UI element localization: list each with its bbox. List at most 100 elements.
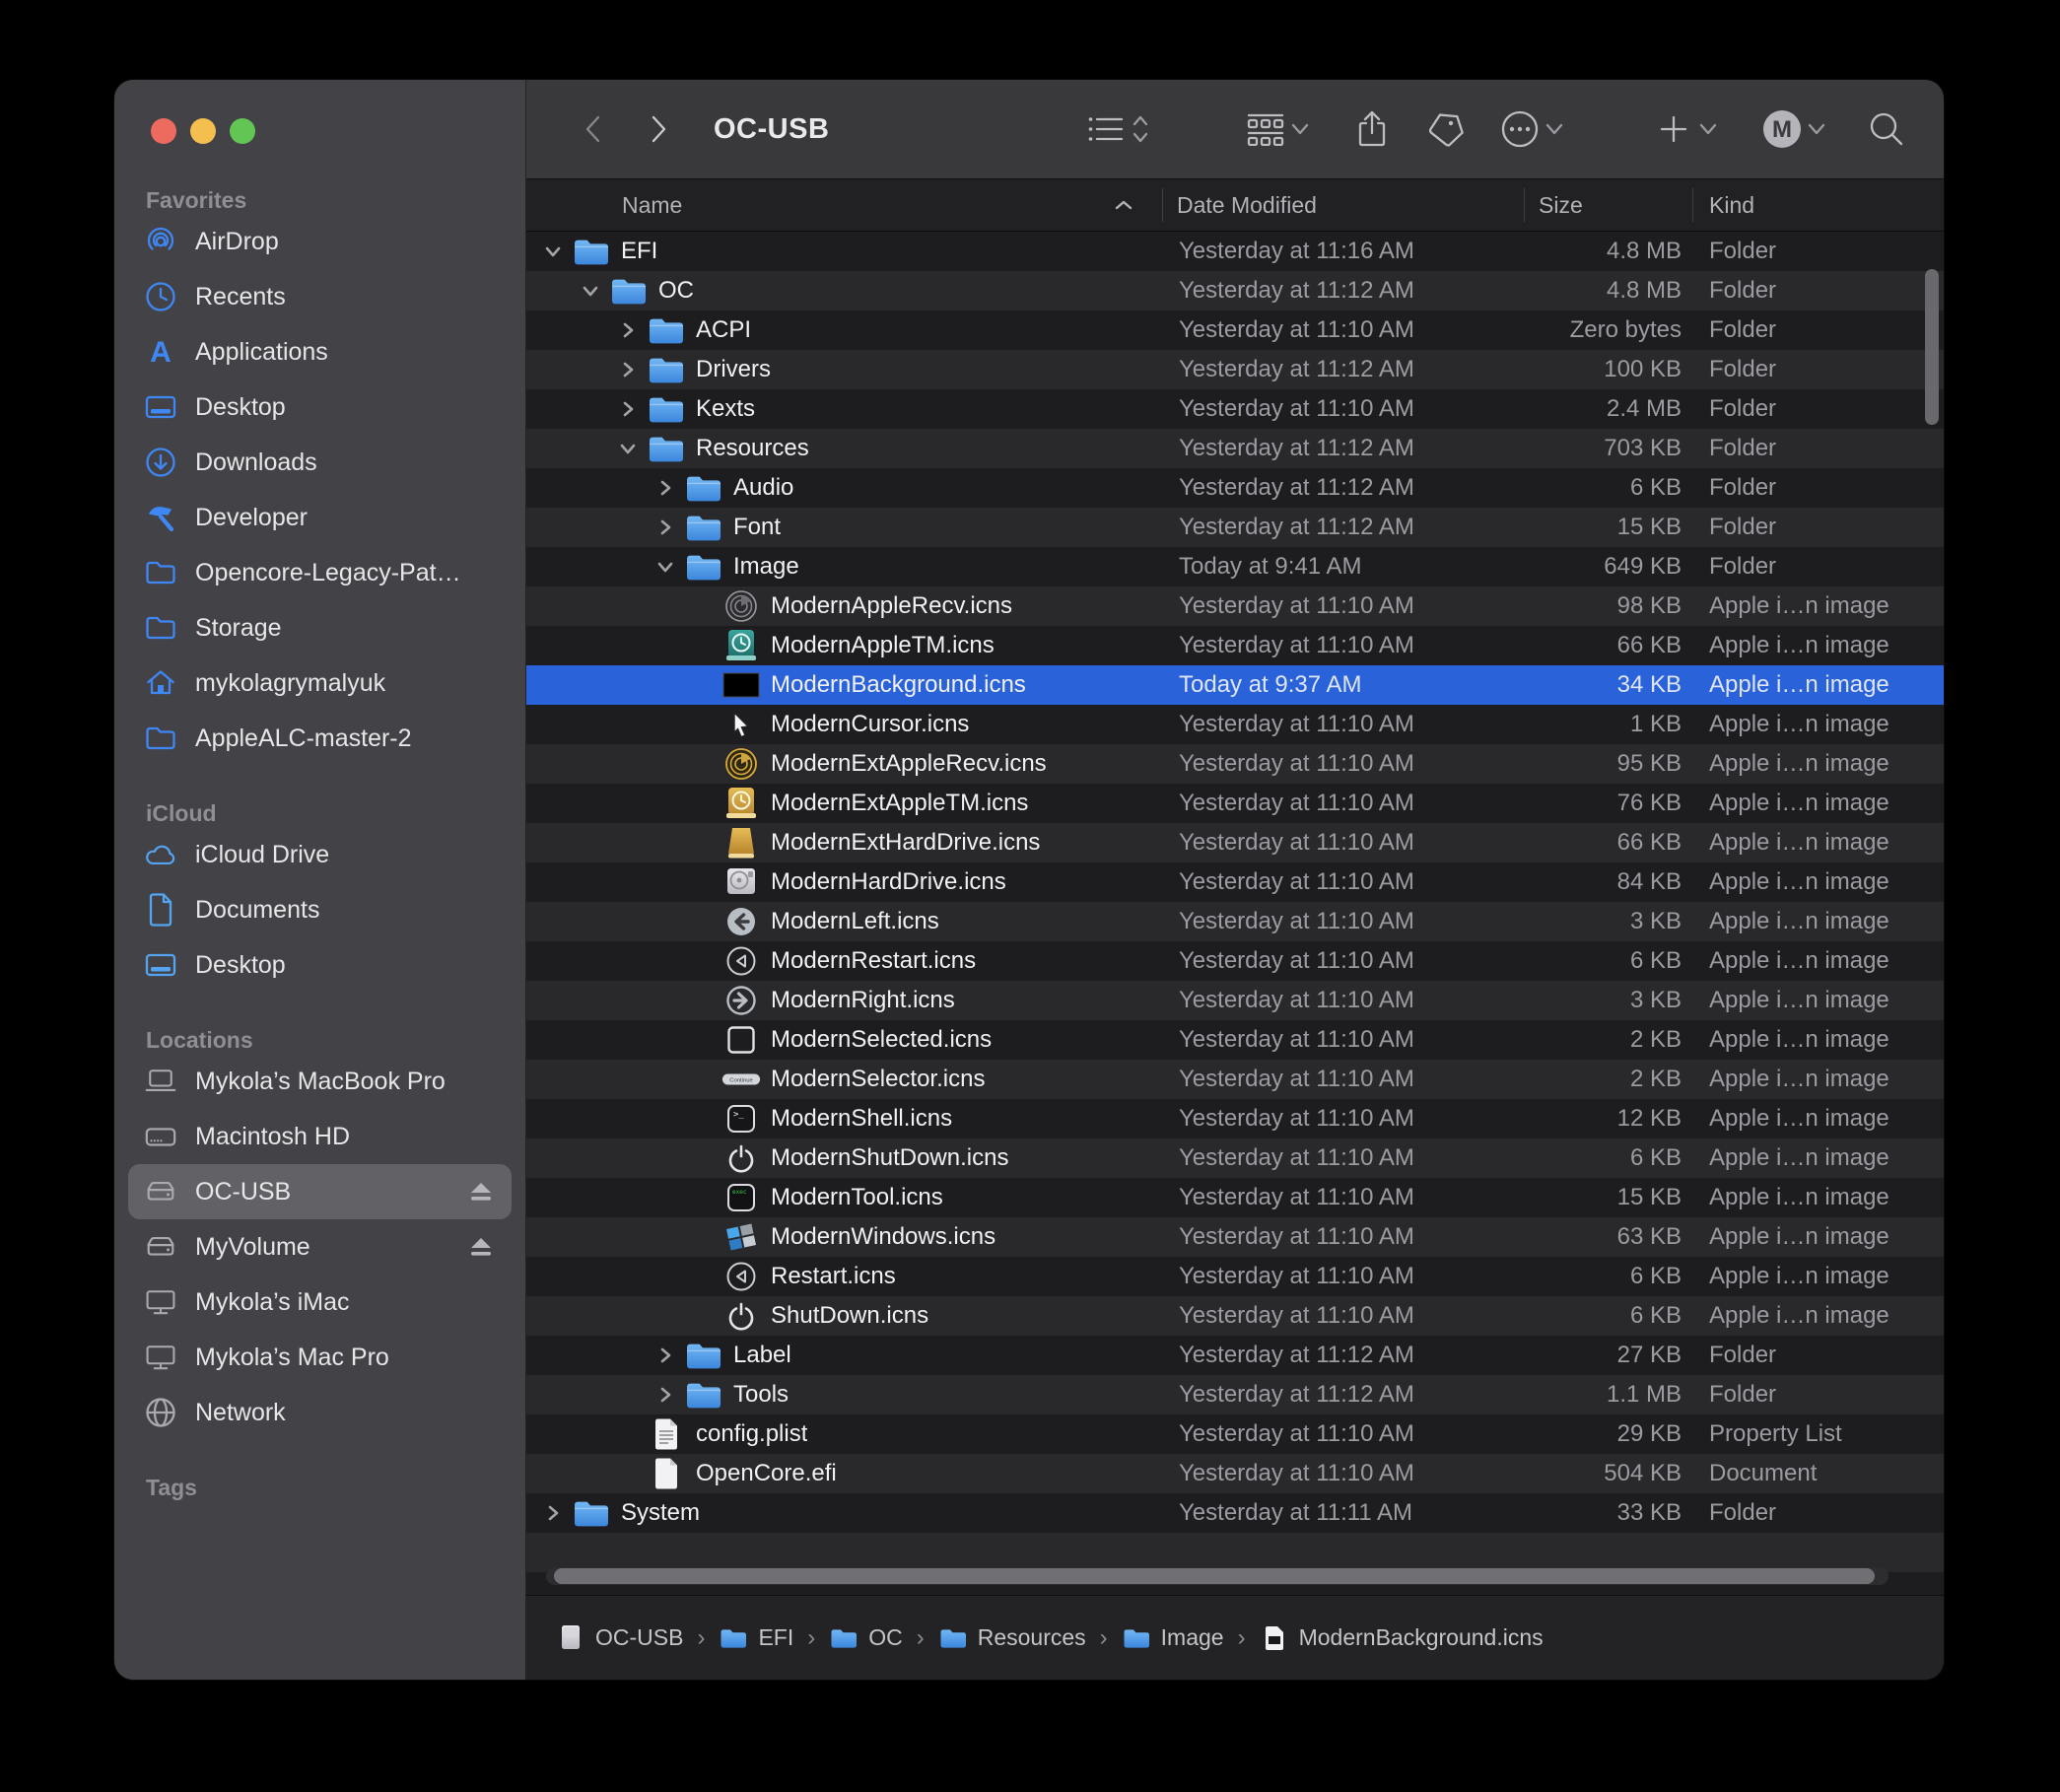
table-row-restart-icns[interactable]: Restart.icnsYesterday at 11:10 AM6 KBApp… (526, 1257, 1944, 1296)
table-row-modernappletm-icns[interactable]: ModernAppleTM.icnsYesterday at 11:10 AM6… (526, 626, 1944, 665)
sidebar-item-mykola-s-imac[interactable]: Mykola’s iMac (128, 1275, 512, 1330)
vertical-scrollbar[interactable] (1925, 269, 1939, 425)
table-row-image[interactable]: ImageToday at 9:41 AM649 KBFolder (526, 547, 1944, 586)
table-row-efi[interactable]: EFIYesterday at 11:16 AM4.8 MBFolder (526, 232, 1944, 271)
sidebar-item-opencore-legacy-pat-[interactable]: Opencore-Legacy-Pat… (128, 545, 512, 600)
share-button[interactable] (1350, 107, 1394, 151)
path-item-resources[interactable]: Resources (938, 1624, 1086, 1651)
sidebar-item-mykola-s-macbook-pro[interactable]: Mykola’s MacBook Pro (128, 1054, 512, 1109)
more-actions-chevron-icon[interactable] (1542, 107, 1567, 151)
table-row-moderncursor-icns[interactable]: ModernCursor.icnsYesterday at 11:10 AM1 … (526, 705, 1944, 744)
table-row-font[interactable]: FontYesterday at 11:12 AM15 KBFolder (526, 508, 1944, 547)
disclosure-closed-icon[interactable] (613, 360, 643, 379)
table-row-resources[interactable]: ResourcesYesterday at 11:12 AM703 KBFold… (526, 429, 1944, 468)
close-button[interactable] (151, 118, 176, 144)
sidebar-item-applealc-master-2[interactable]: AppleALC-master-2 (128, 711, 512, 766)
account-avatar[interactable]: M (1760, 107, 1804, 151)
date-modified-cell: Yesterday at 11:10 AM (1165, 790, 1526, 817)
table-row-modernselected-icns[interactable]: ModernSelected.icnsYesterday at 11:10 AM… (526, 1020, 1944, 1060)
disclosure-closed-icon[interactable] (613, 399, 643, 419)
table-row-modernextappletm-icns[interactable]: ModernExtAppleTM.icnsYesterday at 11:10 … (526, 784, 1944, 823)
eject-icon[interactable] (466, 1177, 496, 1206)
horizontal-scrollbar-thumb[interactable] (554, 1568, 1875, 1584)
sidebar-item-airdrop[interactable]: AirDrop (128, 214, 512, 269)
search-button[interactable] (1865, 107, 1908, 151)
table-row-tools[interactable]: ToolsYesterday at 11:12 AM1.1 MBFolder (526, 1375, 1944, 1414)
path-item-oc[interactable]: OC (829, 1624, 903, 1651)
sidebar-item-desktop[interactable]: Desktop (128, 937, 512, 993)
disclosure-closed-icon[interactable] (651, 1345, 680, 1365)
new-folder-button[interactable] (1652, 107, 1695, 151)
table-row-modernapplerecv-icns[interactable]: ModernAppleRecv.icnsYesterday at 11:10 A… (526, 586, 1944, 626)
table-row-modernright-icns[interactable]: ModernRight.icnsYesterday at 11:10 AM3 K… (526, 981, 1944, 1020)
path-item-efi[interactable]: EFI (719, 1624, 793, 1651)
sidebar-item-recents[interactable]: Recents (128, 269, 512, 324)
table-row-config-plist[interactable]: config.plistYesterday at 11:10 AM29 KBPr… (526, 1414, 1944, 1454)
disclosure-closed-icon[interactable] (651, 1385, 680, 1405)
table-row-opencore-efi[interactable]: OpenCore.efiYesterday at 11:10 AM504 KBD… (526, 1454, 1944, 1493)
disclosure-open-icon[interactable] (538, 241, 568, 261)
eject-icon[interactable] (466, 1232, 496, 1262)
sidebar-item-desktop[interactable]: Desktop (128, 379, 512, 435)
sidebar-item-developer[interactable]: Developer (128, 490, 512, 545)
path-item-oc-usb[interactable]: OC-USB (556, 1624, 683, 1651)
table-row-modernshutdown-icns[interactable]: ModernShutDown.icnsYesterday at 11:10 AM… (526, 1138, 1944, 1178)
table-row-moderntool-icns[interactable]: execModernTool.icnsYesterday at 11:10 AM… (526, 1178, 1944, 1217)
sidebar-item-macintosh-hd[interactable]: Macintosh HD (128, 1109, 512, 1164)
table-row-modernleft-icns[interactable]: ModernLeft.icnsYesterday at 11:10 AM3 KB… (526, 902, 1944, 941)
forward-button[interactable] (637, 107, 680, 151)
disclosure-open-icon[interactable] (651, 557, 680, 577)
sidebar-item-myvolume[interactable]: MyVolume (128, 1219, 512, 1275)
table-row-modernwindows-icns[interactable]: ModernWindows.icnsYesterday at 11:10 AM6… (526, 1217, 1944, 1257)
column-header-kind[interactable]: Kind (1693, 192, 1944, 219)
new-folder-chevron-icon[interactable] (1695, 107, 1721, 151)
path-item-image[interactable]: Image (1122, 1624, 1224, 1651)
table-row-kexts[interactable]: KextsYesterday at 11:10 AM2.4 MBFolder (526, 389, 1944, 429)
table-row-modernharddrive-icns[interactable]: ModernHardDrive.icnsYesterday at 11:10 A… (526, 862, 1944, 902)
disclosure-open-icon[interactable] (613, 439, 643, 458)
table-row-modernextharddrive-icns[interactable]: ModernExtHardDrive.icnsYesterday at 11:1… (526, 823, 1944, 862)
table-row-modernshell-icns[interactable]: >_ModernShell.icnsYesterday at 11:10 AM1… (526, 1099, 1944, 1138)
minimize-button[interactable] (190, 118, 216, 144)
table-row-audio[interactable]: AudioYesterday at 11:12 AM6 KBFolder (526, 468, 1944, 508)
tags-button[interactable] (1423, 107, 1467, 151)
more-actions-button[interactable] (1498, 107, 1542, 151)
account-chevron-icon[interactable] (1804, 107, 1829, 151)
sidebar-item-mykola-s-mac-pro[interactable]: Mykola’s Mac Pro (128, 1330, 512, 1385)
column-header-date[interactable]: Date Modified (1163, 192, 1524, 219)
table-row-drivers[interactable]: DriversYesterday at 11:12 AM100 KBFolder (526, 350, 1944, 389)
disclosure-open-icon[interactable] (576, 281, 605, 301)
back-button[interactable] (572, 107, 615, 151)
horizontal-scrollbar-track[interactable] (546, 1567, 1888, 1585)
sidebar-item-icloud-drive[interactable]: iCloud Drive (128, 827, 512, 882)
group-by-button[interactable] (1244, 107, 1287, 151)
sidebar-item-mykolagrymalyuk[interactable]: mykolagrymalyuk (128, 655, 512, 711)
sidebar-item-applications[interactable]: AApplications (128, 324, 512, 379)
column-header-size[interactable]: Size (1525, 192, 1692, 219)
table-row-system[interactable]: SystemYesterday at 11:11 AM33 KBFolder (526, 1493, 1944, 1533)
column-header-name[interactable]: Name (526, 192, 1162, 219)
zoom-button[interactable] (230, 118, 255, 144)
sidebar-item-storage[interactable]: Storage (128, 600, 512, 655)
disclosure-closed-icon[interactable] (651, 517, 680, 537)
table-row-modernselector-icns[interactable]: ContinueModernSelector.icnsYesterday at … (526, 1060, 1944, 1099)
table-row-modernextapplerecv-icns[interactable]: ModernExtAppleRecv.icnsYesterday at 11:1… (526, 744, 1944, 784)
sidebar-item-network[interactable]: Network (128, 1385, 512, 1440)
table-row-label[interactable]: LabelYesterday at 11:12 AM27 KBFolder (526, 1336, 1944, 1375)
disclosure-closed-icon[interactable] (538, 1503, 568, 1523)
table-row-acpi[interactable]: ACPIYesterday at 11:10 AMZero bytesFolde… (526, 310, 1944, 350)
table-row-modernbackground-icns[interactable]: ModernBackground.icnsToday at 9:37 AM34 … (526, 665, 1944, 705)
view-mode-button[interactable] (1084, 107, 1128, 151)
sidebar-item-oc-usb[interactable]: OC-USB (128, 1164, 512, 1219)
disclosure-closed-icon[interactable] (613, 320, 643, 340)
sidebar-item-downloads[interactable]: Downloads (128, 435, 512, 490)
table-row-modernrestart-icns[interactable]: ModernRestart.icnsYesterday at 11:10 AM6… (526, 941, 1944, 981)
name-cell: ModernLeft.icns (526, 902, 1165, 941)
table-row-oc[interactable]: OCYesterday at 11:12 AM4.8 MBFolder (526, 271, 1944, 310)
path-item-modernbackground-icns[interactable]: ModernBackground.icns (1260, 1624, 1544, 1651)
group-by-chevron-icon[interactable] (1287, 107, 1313, 151)
view-mode-sort-chevrons[interactable] (1128, 107, 1153, 151)
table-row-shutdown-icns[interactable]: ShutDown.icnsYesterday at 11:10 AM6 KBAp… (526, 1296, 1944, 1336)
sidebar-item-documents[interactable]: Documents (128, 882, 512, 937)
disclosure-closed-icon[interactable] (651, 478, 680, 498)
